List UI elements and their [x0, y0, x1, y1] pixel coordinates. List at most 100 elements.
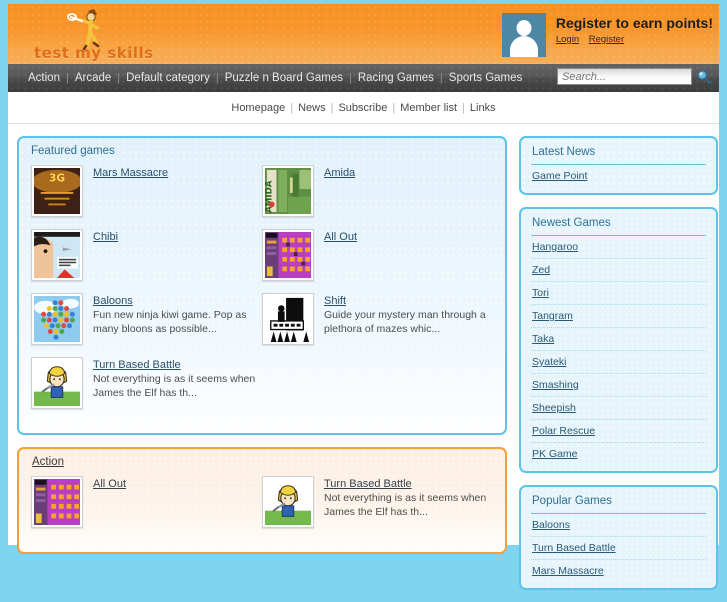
- subnav-item-homepage[interactable]: Homepage: [226, 102, 290, 114]
- latest-news-title: Latest News: [532, 146, 596, 158]
- popular-games-title: Popular Games: [532, 495, 612, 507]
- game-link[interactable]: Mars Massacre: [532, 565, 604, 577]
- login-link[interactable]: Login: [556, 34, 579, 45]
- game-title-link[interactable]: Chibi: [93, 230, 118, 244]
- game-link[interactable]: Hangaroo: [532, 241, 578, 253]
- list-item[interactable]: Tangram: [531, 305, 706, 328]
- list-item[interactable]: Hangaroo: [531, 236, 706, 259]
- game-link[interactable]: Taka: [532, 333, 554, 345]
- register-link[interactable]: Register: [589, 34, 624, 45]
- all-out-thumb[interactable]: [31, 476, 83, 528]
- nav-links: Action | Arcade | Default category | Puz…: [22, 72, 528, 84]
- nav-item-sports-games[interactable]: Sports Games: [443, 72, 529, 84]
- game-item[interactable]: All Out: [262, 229, 493, 281]
- game-title-link[interactable]: Amida: [324, 166, 355, 180]
- list-item[interactable]: Smashing: [531, 374, 706, 397]
- game-description: Guide your mystery man through a plethor…: [324, 309, 486, 335]
- game-item[interactable]: Chibi: [31, 229, 262, 281]
- popular-games-list: Baloons Turn Based Battle Mars Massacre: [521, 514, 716, 588]
- game-item[interactable]: Turn Based Battle Not everything is as i…: [262, 476, 493, 528]
- baloons-thumb[interactable]: [31, 293, 83, 345]
- amida-thumb[interactable]: AMIDA: [262, 165, 314, 217]
- subnav-item-member-list[interactable]: Member list: [395, 102, 462, 114]
- register-promo: Register to earn points! Login Register: [501, 13, 713, 57]
- site-header: test my skills Register to earn points! …: [8, 4, 719, 64]
- list-item[interactable]: Polar Rescue: [531, 420, 706, 443]
- game-link[interactable]: Sheepish: [532, 402, 576, 414]
- logo-text: test my skills: [34, 44, 154, 62]
- game-description: Not everything is as it seems when James…: [324, 492, 487, 518]
- subnav-item-news[interactable]: News: [293, 102, 331, 114]
- nav-item-action[interactable]: Action: [22, 72, 66, 84]
- news-link[interactable]: Game Point: [532, 170, 587, 182]
- secondary-navigation: Homepage | News | Subscribe | Member lis…: [8, 92, 719, 124]
- game-title-link[interactable]: Baloons: [93, 294, 133, 308]
- site-logo[interactable]: test my skills: [34, 6, 174, 64]
- search-input[interactable]: [557, 68, 692, 85]
- game-item[interactable]: 3G Mars Massacre: [31, 165, 262, 217]
- content-area: Featured games 3G Mars Massacre AMIDA Am…: [8, 124, 719, 602]
- game-link[interactable]: Polar Rescue: [532, 425, 595, 437]
- game-item[interactable]: Shift Guide your mystery man through a p…: [262, 293, 493, 345]
- shift-thumb[interactable]: [262, 293, 314, 345]
- game-title-link[interactable]: Mars Massacre: [93, 166, 168, 180]
- svg-text:3G: 3G: [49, 172, 65, 184]
- subnav-item-subscribe[interactable]: Subscribe: [333, 102, 392, 114]
- list-item[interactable]: Zed: [531, 259, 706, 282]
- main-column: Featured games 3G Mars Massacre AMIDA Am…: [17, 136, 507, 602]
- user-avatar-icon: [501, 13, 546, 57]
- subnav-item-links[interactable]: Links: [465, 102, 501, 114]
- game-item[interactable]: All Out: [31, 476, 262, 528]
- list-item[interactable]: Tori: [531, 282, 706, 305]
- chibi-thumb[interactable]: [31, 229, 83, 281]
- game-link[interactable]: Tori: [532, 287, 549, 299]
- mars-massacre-thumb[interactable]: 3G: [31, 165, 83, 217]
- turn-based-battle-thumb[interactable]: [262, 476, 314, 528]
- main-navigation: Action | Arcade | Default category | Puz…: [8, 64, 719, 92]
- list-item[interactable]: Turn Based Battle: [531, 537, 706, 560]
- game-item[interactable]: AMIDA Amida: [262, 165, 493, 217]
- game-link[interactable]: Turn Based Battle: [532, 542, 616, 554]
- featured-games-panel: Featured games 3G Mars Massacre AMIDA Am…: [17, 136, 507, 435]
- list-item[interactable]: Sheepish: [531, 397, 706, 420]
- newest-games-panel: Newest Games Hangaroo Zed Tori Tangram T…: [519, 207, 718, 473]
- game-title-link[interactable]: All Out: [324, 230, 357, 244]
- game-link[interactable]: PK Game: [532, 448, 578, 460]
- register-title: Register to earn points!: [555, 15, 713, 31]
- game-item[interactable]: Baloons Fun new ninja kiwi game. Pop as …: [31, 293, 262, 345]
- nav-item-racing-games[interactable]: Racing Games: [352, 72, 440, 84]
- search-area: [557, 68, 711, 85]
- game-link[interactable]: Syateki: [532, 356, 566, 368]
- list-item[interactable]: Taka: [531, 328, 706, 351]
- game-description: Not everything is as it seems when James…: [93, 373, 256, 399]
- game-link[interactable]: Baloons: [532, 519, 570, 531]
- game-link[interactable]: Zed: [532, 264, 550, 276]
- action-category-title[interactable]: Action: [19, 449, 505, 474]
- nav-item-default-category[interactable]: Default category: [120, 72, 216, 84]
- nav-item-puzzle-n-board-games[interactable]: Puzzle n Board Games: [219, 72, 349, 84]
- action-category-panel: Action All Out Turn Based Battle Not eve…: [17, 447, 507, 554]
- list-item[interactable]: Baloons: [531, 514, 706, 537]
- game-description: Fun new ninja kiwi game. Pop as many blo…: [93, 309, 247, 335]
- game-link[interactable]: Smashing: [532, 379, 579, 391]
- list-item[interactable]: Game Point: [531, 165, 706, 187]
- list-item[interactable]: Mars Massacre: [531, 560, 706, 582]
- turn-based-battle-thumb[interactable]: [31, 357, 83, 409]
- sidebar: Latest News Game Point Newest Games Hang…: [519, 136, 718, 602]
- action-games-grid: All Out Turn Based Battle Not everything…: [31, 476, 493, 540]
- page-container: test my skills Register to earn points! …: [8, 4, 719, 590]
- list-item[interactable]: Syateki: [531, 351, 706, 374]
- game-link[interactable]: Tangram: [532, 310, 573, 322]
- nav-item-arcade[interactable]: Arcade: [69, 72, 117, 84]
- game-title-link[interactable]: All Out: [93, 477, 126, 491]
- latest-news-panel: Latest News Game Point: [519, 136, 718, 195]
- newest-games-title: Newest Games: [532, 217, 611, 229]
- list-item[interactable]: PK Game: [531, 443, 706, 465]
- all-out-thumb[interactable]: [262, 229, 314, 281]
- game-title-link[interactable]: Shift: [324, 294, 346, 308]
- game-title-link[interactable]: Turn Based Battle: [93, 358, 181, 372]
- search-magnifier-icon[interactable]: [696, 69, 711, 84]
- latest-news-list: Game Point: [521, 165, 716, 193]
- game-title-link[interactable]: Turn Based Battle: [324, 477, 412, 491]
- game-item[interactable]: Turn Based Battle Not everything is as i…: [31, 357, 262, 409]
